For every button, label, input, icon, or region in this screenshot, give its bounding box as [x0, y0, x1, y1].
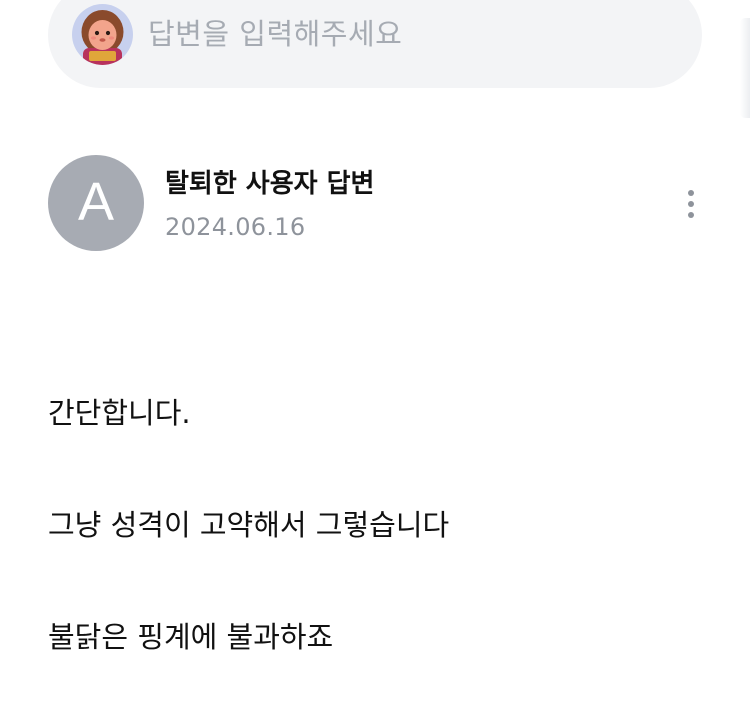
answer-body-line: 불닭은 핑계에 불과하죠 [48, 620, 334, 654]
author-avatar-letter: A [77, 172, 115, 232]
answer-date: 2024.06.16 [165, 213, 306, 241]
answer-body-line: 그냥 성격이 고약해서 그렇습니다 [48, 508, 450, 542]
author-avatar: A [48, 155, 144, 251]
scrollbar[interactable] [740, 18, 750, 118]
answer-input-placeholder: 답변을 입력해주세요 [148, 17, 403, 51]
answer-input[interactable]: 답변을 입력해주세요 [48, 0, 702, 88]
author-name: 탈퇴한 사용자 답변 [165, 169, 375, 199]
answer-body-line: 간단합니다. [48, 396, 191, 430]
more-options-button[interactable] [676, 184, 706, 222]
character-avatar-icon [72, 4, 133, 65]
